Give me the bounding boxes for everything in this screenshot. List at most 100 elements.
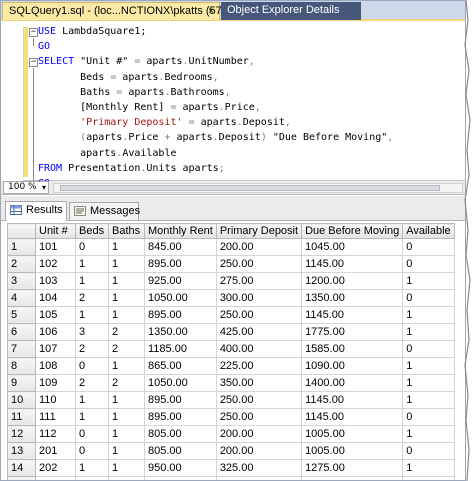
grid-cell[interactable]: 2 [75, 340, 109, 358]
row-number[interactable]: 11 [7, 408, 36, 426]
table-row[interactable]: 1 101 0 1 845.00 200.00 1045.00 0 [7, 238, 455, 256]
grid-cell[interactable]: 1 [402, 459, 455, 477]
tab-object-explorer-details[interactable]: Object Explorer Details [221, 2, 361, 20]
results-grid[interactable]: Unit # Beds Baths Monthly Rent Primary D… [7, 223, 455, 480]
horizontal-scrollbar[interactable] [53, 183, 463, 193]
row-number[interactable]: 9 [7, 374, 36, 392]
row-number[interactable]: 7 [7, 340, 36, 358]
code-line[interactable]: GO [38, 39, 393, 54]
table-row[interactable]: 7 107 2 2 1185.00 400.00 1585.00 0 [7, 340, 455, 358]
tab-results[interactable]: Results [5, 201, 67, 221]
grid-cell[interactable]: 200.00 [215, 238, 303, 256]
zoom-dropdown[interactable]: 100 % ▾ [3, 181, 49, 194]
table-row[interactable]: 4 104 2 1 1050.00 300.00 1350.00 0 [7, 289, 455, 307]
grid-cell[interactable]: 1 [108, 425, 145, 443]
table-row[interactable]: 14 202 1 1 950.00 325.00 1275.00 1 [7, 459, 455, 477]
tab-sqlquery1[interactable]: SQLQuery1.sql - (loc...NCTIONX\pkatts (5… [2, 2, 233, 20]
grid-cell[interactable]: 102 [35, 255, 76, 273]
code-line[interactable]: 'Primary Deposit' = aparts.Deposit, [38, 115, 393, 130]
grid-cell[interactable]: 1 [108, 459, 145, 477]
table-row[interactable]: 10 110 1 1 895.00 250.00 1145.00 1 [7, 391, 455, 409]
grid-cell[interactable]: 2 [75, 289, 109, 307]
grid-cell[interactable]: 105 [35, 306, 76, 324]
grid-cell[interactable]: 1145.00 [301, 408, 404, 426]
row-number[interactable]: 4 [7, 289, 36, 307]
grid-cell[interactable]: 0 [402, 238, 455, 256]
grid-cell[interactable]: 104 [35, 289, 76, 307]
grid-cell[interactable]: 0 [402, 289, 455, 307]
grid-cell[interactable]: 925.00 [144, 272, 217, 290]
grid-cell[interactable]: 0 [75, 238, 109, 256]
column-header[interactable]: Baths [108, 223, 145, 239]
grid-cell[interactable]: 1050.00 [144, 374, 217, 392]
grid-cell[interactable]: 1 [402, 323, 455, 341]
column-header[interactable]: Unit # [35, 223, 76, 239]
grid-cell[interactable]: 1 [75, 459, 109, 477]
grid-corner-cell[interactable] [7, 223, 36, 239]
code-line[interactable]: SELECT "Unit #" = aparts.UnitNumber, [38, 54, 393, 69]
grid-cell[interactable]: 0 [75, 425, 109, 443]
table-row[interactable]: 2 102 1 1 895.00 250.00 1145.00 0 [7, 255, 455, 273]
code-line[interactable]: Baths = aparts.Bathrooms, [38, 85, 393, 100]
grid-cell[interactable]: 1 [75, 408, 109, 426]
grid-cell[interactable]: 895.00 [144, 408, 217, 426]
grid-cell[interactable]: 200.00 [215, 425, 303, 443]
grid-cell[interactable]: 1 [108, 357, 145, 375]
grid-cell[interactable]: 895.00 [144, 255, 217, 273]
grid-cell[interactable]: 1050.00 [144, 289, 217, 307]
close-icon[interactable]: × [208, 3, 214, 20]
grid-cell[interactable]: 895.00 [144, 306, 217, 324]
grid-cell[interactable]: 1185.00 [144, 340, 217, 358]
grid-cell[interactable]: 112 [35, 425, 76, 443]
collapse-icon[interactable]: − [29, 28, 38, 37]
grid-cell[interactable]: 1 [75, 391, 109, 409]
code-line[interactable]: Beds = aparts.Bedrooms, [38, 70, 393, 85]
row-number[interactable]: 13 [7, 442, 36, 460]
grid-cell[interactable]: 250.00 [215, 408, 303, 426]
table-row[interactable]: 3 103 1 1 925.00 275.00 1200.00 1 [7, 272, 455, 290]
grid-cell[interactable]: 1 [75, 476, 109, 480]
grid-cell[interactable]: 805.00 [144, 425, 217, 443]
grid-cell[interactable]: 200.00 [215, 442, 303, 460]
grid-cell[interactable]: 2 [108, 323, 145, 341]
table-row[interactable]: 9 109 2 2 1050.00 350.00 1400.00 1 [7, 374, 455, 392]
grid-cell[interactable]: 106 [35, 323, 76, 341]
grid-cell[interactable]: 0 [75, 442, 109, 460]
grid-cell[interactable]: 1585.00 [301, 340, 404, 358]
grid-cell[interactable]: 1145.00 [301, 391, 404, 409]
grid-cell[interactable]: 109 [35, 374, 76, 392]
row-number[interactable]: 2 [7, 255, 36, 273]
grid-cell[interactable]: 2 [108, 340, 145, 358]
grid-cell[interactable]: 101 [35, 238, 76, 256]
row-number[interactable]: 14 [7, 459, 36, 477]
grid-cell[interactable]: 1145.00 [301, 255, 404, 273]
grid-cell[interactable]: 203 [35, 476, 76, 480]
grid-cell[interactable]: 1 [402, 425, 455, 443]
grid-cell[interactable]: 103 [35, 272, 76, 290]
grid-cell[interactable]: 108 [35, 357, 76, 375]
grid-cell[interactable]: 1350.00 [301, 289, 404, 307]
grid-cell[interactable]: 1 [402, 357, 455, 375]
grid-cell[interactable]: 0 [402, 408, 455, 426]
table-row[interactable]: 13 201 0 1 805.00 200.00 1005.00 0 [7, 442, 455, 460]
grid-cell[interactable]: 950.00 [144, 459, 217, 477]
grid-cell[interactable]: 3 [75, 323, 109, 341]
grid-cell[interactable]: 1 [108, 255, 145, 273]
grid-cell[interactable]: 0 [402, 255, 455, 273]
grid-cell[interactable]: 1 [402, 476, 455, 480]
grid-cell[interactable]: 1400.00 [301, 374, 404, 392]
code-line[interactable]: USE LambdaSquare1; [38, 24, 393, 39]
grid-cell[interactable]: 1350.00 [144, 323, 217, 341]
grid-cell[interactable]: 1 [75, 306, 109, 324]
grid-cell[interactable]: 1 [108, 272, 145, 290]
grid-cell[interactable]: 865.00 [144, 357, 217, 375]
sql-code[interactable]: USE LambdaSquare1; GO SELECT "Unit #" = ap… [38, 24, 393, 191]
grid-cell[interactable]: 1005.00 [301, 442, 404, 460]
code-line[interactable]: (aparts.Price + aparts.Deposit) "Due Bef… [38, 130, 393, 145]
grid-cell[interactable]: 935.00 [144, 476, 217, 480]
grid-cell[interactable]: 1210.00 [301, 476, 404, 480]
row-number[interactable]: 6 [7, 323, 36, 341]
column-header[interactable]: Monthly Rent [144, 223, 217, 239]
grid-cell[interactable]: 111 [35, 408, 76, 426]
code-line[interactable]: FROM Presentation.Units aparts; [38, 161, 393, 176]
